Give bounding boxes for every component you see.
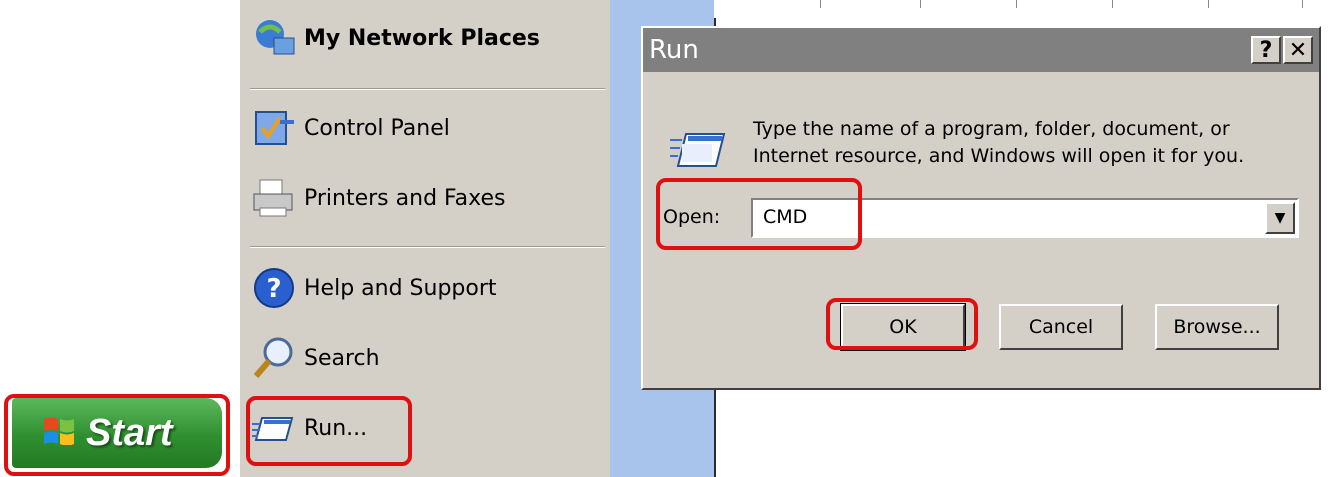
menu-item-search[interactable]: Search <box>250 334 380 382</box>
menu-separator <box>250 88 605 90</box>
dialog-description: Type the name of a program, folder, docu… <box>753 116 1244 170</box>
dialog-title-bar[interactable]: Run ? ✕ <box>643 28 1319 72</box>
cancel-button-label: Cancel <box>1028 316 1094 338</box>
start-button[interactable]: Start <box>12 398 222 468</box>
menu-item-label: Printers and Faxes <box>304 185 506 211</box>
description-line: Type the name of a program, folder, docu… <box>753 118 1230 140</box>
open-field-highlight <box>656 178 862 250</box>
start-label: Start <box>86 411 173 454</box>
ok-button-highlight <box>826 298 978 350</box>
close-button[interactable]: ✕ <box>1283 36 1313 64</box>
close-icon: ✕ <box>1288 37 1308 63</box>
control-panel-icon <box>250 104 298 152</box>
help-icon: ? <box>250 264 298 312</box>
help-button-label: ? <box>1259 37 1273 63</box>
menu-item-label: Search <box>304 345 380 371</box>
menu-item-label: Help and Support <box>304 275 497 301</box>
run-menu-highlight <box>246 396 412 466</box>
menu-separator <box>250 246 605 248</box>
search-icon <box>250 334 298 382</box>
ruler <box>714 0 1331 18</box>
help-button[interactable]: ? <box>1251 36 1281 64</box>
menu-item-control-panel[interactable]: Control Panel <box>250 104 450 152</box>
printer-icon <box>250 174 298 222</box>
browse-button[interactable]: Browse... <box>1155 304 1279 350</box>
browse-button-label: Browse... <box>1173 316 1261 338</box>
menu-item-my-network-places[interactable]: My Network Places <box>250 14 540 62</box>
network-places-icon <box>250 14 298 62</box>
cancel-button[interactable]: Cancel <box>999 304 1123 350</box>
menu-item-label: Control Panel <box>304 115 450 141</box>
menu-item-help-and-support[interactable]: ? Help and Support <box>250 264 497 312</box>
chevron-down-icon: ▼ <box>1274 210 1286 226</box>
run-icon <box>668 128 728 176</box>
menu-item-printers-and-faxes[interactable]: Printers and Faxes <box>250 174 505 222</box>
svg-text:?: ? <box>266 274 281 304</box>
dropdown-button[interactable]: ▼ <box>1265 202 1295 234</box>
dialog-title: Run <box>649 35 699 65</box>
menu-item-label: My Network Places <box>304 25 540 51</box>
description-line: Internet resource, and Windows will open… <box>753 145 1245 167</box>
windows-logo-icon <box>42 412 76 455</box>
